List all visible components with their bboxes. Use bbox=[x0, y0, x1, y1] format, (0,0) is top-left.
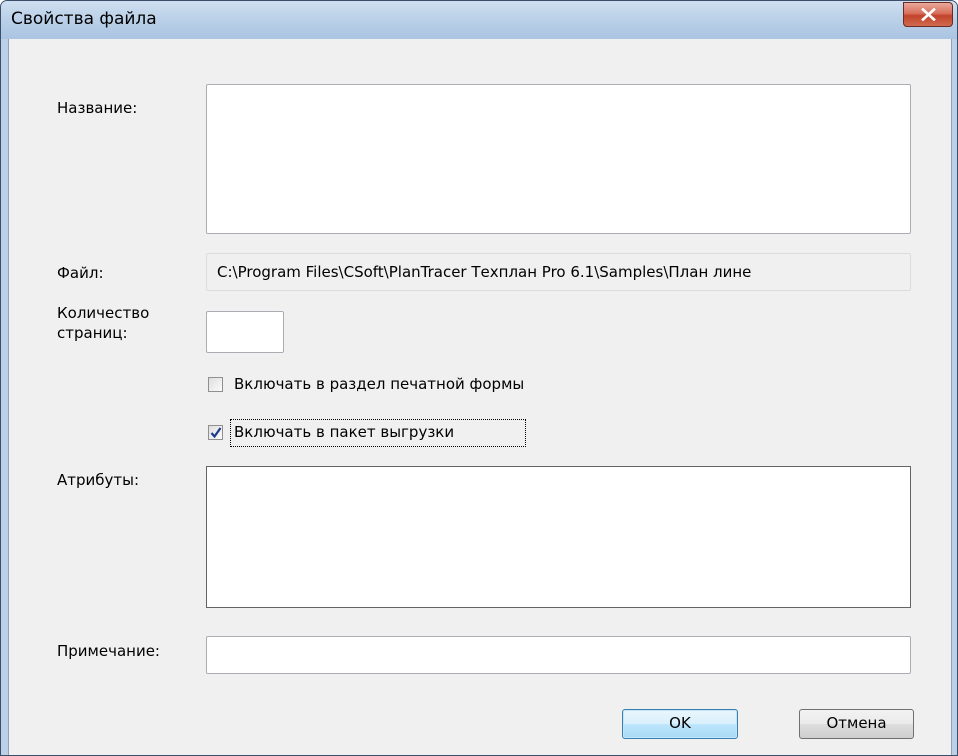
window-title: Свойства файла bbox=[11, 9, 157, 29]
note-label: Примечание: bbox=[57, 642, 160, 660]
include-export-label[interactable]: Включать в пакет выгрузки bbox=[234, 423, 454, 442]
file-label: Файл: bbox=[57, 264, 104, 282]
attributes-grid[interactable] bbox=[206, 466, 911, 608]
name-input[interactable] bbox=[206, 84, 911, 234]
include-print-checkbox[interactable] bbox=[208, 377, 223, 392]
ok-button[interactable]: OK bbox=[622, 709, 738, 739]
include-print-label[interactable]: Включать в раздел печатной формы bbox=[234, 375, 524, 394]
file-path-value: C:\Program Files\CSoft\PlanTracer Техпла… bbox=[217, 263, 752, 281]
close-button[interactable] bbox=[903, 2, 953, 27]
pages-label-line1: Количество bbox=[57, 304, 150, 322]
include-export-checkbox[interactable] bbox=[208, 425, 223, 440]
page-count-input[interactable] bbox=[206, 311, 284, 353]
name-label: Название: bbox=[57, 99, 138, 117]
pages-label-line2: страниц: bbox=[57, 324, 128, 342]
cancel-button[interactable]: Отмена bbox=[799, 709, 914, 739]
attributes-label: Атрибуты: bbox=[57, 471, 140, 489]
title-bar[interactable]: Свойства файла bbox=[1, 1, 957, 39]
note-input[interactable] bbox=[206, 636, 911, 674]
dialog-body: Название: Файл: C:\Program Files\CSoft\P… bbox=[8, 39, 952, 755]
file-path-field[interactable]: C:\Program Files\CSoft\PlanTracer Техпла… bbox=[206, 253, 911, 291]
file-properties-dialog: Свойства файла Название: Файл: C:\Progra… bbox=[0, 0, 958, 756]
